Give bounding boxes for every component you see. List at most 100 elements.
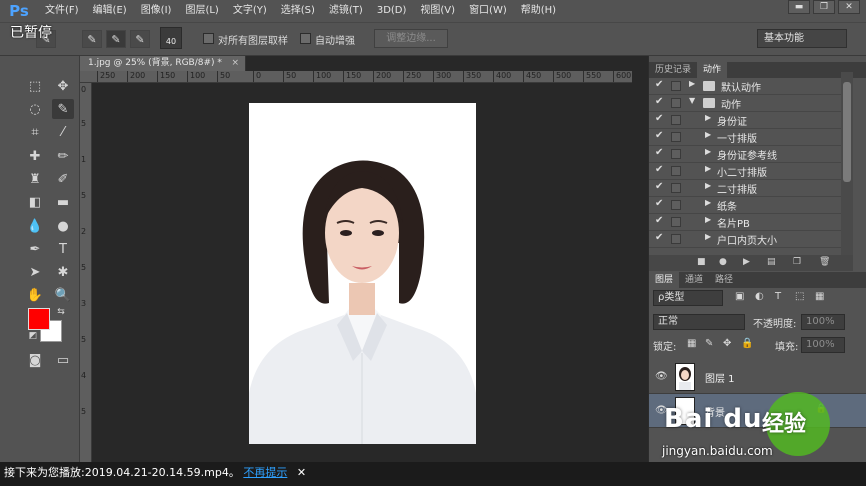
menu-view[interactable]: 视图(V) [413,0,462,22]
expand-icon[interactable]: ▶ [705,181,711,190]
auto-enhance-checkbox[interactable] [300,33,311,44]
healing-brush-tool-icon[interactable]: ✚ [24,146,46,166]
tab-layers[interactable]: 图层 [649,272,680,288]
check-icon[interactable]: ✔ [655,130,663,141]
dialog-toggle-icon[interactable] [671,149,681,159]
expand-icon[interactable]: ▶ [705,113,711,122]
tab-history[interactable]: 历史记录 [649,62,697,78]
dialog-toggle-icon[interactable] [671,98,681,108]
fill-field[interactable]: 100% [801,337,845,353]
check-icon[interactable]: ✔ [655,215,663,226]
quick-mask-icon[interactable]: ◙ [24,350,46,370]
action-row[interactable]: ✔ ▶ 身份证参考线 [649,146,841,163]
check-icon[interactable]: ✔ [655,147,663,158]
layer-row[interactable]: 👁 图层 1 [649,360,866,394]
new-selection-icon[interactable]: ✎ [82,30,102,48]
menu-filter[interactable]: 滤镜(T) [322,0,370,22]
pen-tool-icon[interactable]: ✒ [24,239,46,259]
minimize-button[interactable]: ▬ [788,0,810,14]
menu-window[interactable]: 窗口(W) [462,0,514,22]
dont-show-again-link[interactable]: 不再提示 [243,466,287,479]
dialog-toggle-icon[interactable] [671,200,681,210]
history-brush-tool-icon[interactable]: ✐ [52,169,74,189]
expand-icon[interactable]: ▶ [705,130,711,139]
opacity-field[interactable]: 100% [801,314,845,330]
menu-type[interactable]: 文字(Y) [226,0,274,22]
action-row[interactable]: ✔ ▶ 小二寸排版 [649,163,841,180]
blur-tool-icon[interactable]: 💧 [24,216,46,236]
expand-icon[interactable]: ▶ [705,147,711,156]
check-icon[interactable]: ✔ [655,232,663,243]
close-button[interactable]: ✕ [838,0,860,14]
menu-help[interactable]: 帮助(H) [514,0,563,22]
lock-all-icon[interactable]: 🔒 [741,338,753,349]
menu-layer[interactable]: 图层(L) [178,0,225,22]
action-row[interactable]: ✔ ▶ 名片PB [649,214,841,231]
layer-name[interactable]: 图层 1 [705,370,735,385]
crop-tool-icon[interactable]: ⌗ [24,122,46,142]
eyedropper-tool-icon[interactable]: ⁄ [52,122,74,142]
delete-icon[interactable]: 🗑 [819,257,830,267]
quick-selection-tool-icon[interactable]: ✎ [52,99,74,119]
expand-icon[interactable]: ▶ [705,215,711,224]
check-icon[interactable]: ✔ [655,198,663,209]
collapse-icon[interactable]: ▼ [689,96,695,105]
dodge-tool-icon[interactable]: ● [52,216,74,236]
dialog-toggle-icon[interactable] [671,166,681,176]
close-icon[interactable]: ✕ [297,466,306,479]
new-set-icon[interactable]: ▤ [767,257,776,267]
workspace-select[interactable]: 基本功能 [757,29,847,48]
expand-icon[interactable]: ▶ [705,164,711,173]
eraser-tool-icon[interactable]: ◧ [24,192,46,212]
lasso-tool-icon[interactable]: ◌ [24,99,46,119]
filter-smart-object-icon[interactable]: ▦ [815,291,824,302]
check-icon[interactable]: ✔ [655,79,663,90]
lock-pixels-icon[interactable]: ▦ [687,338,696,349]
sample-all-layers-checkbox[interactable] [203,33,214,44]
move-tool-icon[interactable]: ✥ [52,76,74,96]
dialog-toggle-icon[interactable] [671,81,681,91]
filter-image-icon[interactable]: ▣ [735,291,744,302]
blend-mode-select[interactable]: 正常 [653,314,745,330]
expand-icon[interactable]: ▶ [705,198,711,207]
menu-edit[interactable]: 编辑(E) [86,0,134,22]
tab-actions[interactable]: 动作 [697,62,728,78]
lock-position-icon[interactable]: ✥ [723,338,731,349]
filter-adjustment-icon[interactable]: ◐ [755,291,764,302]
document-canvas[interactable] [92,83,632,466]
action-row[interactable]: ✔ ▶ 一寸排版 [649,129,841,146]
check-icon[interactable]: ✔ [655,164,663,175]
filter-type-icon[interactable]: T [775,291,781,302]
foreground-color-swatch[interactable] [28,308,50,330]
menu-file[interactable]: 文件(F) [38,0,86,22]
shape-tool-icon[interactable]: ✱ [52,262,74,282]
action-row[interactable]: ✔ ▶ 身份证 [649,112,841,129]
tab-paths[interactable]: 路径 [709,272,739,288]
dialog-toggle-icon[interactable] [671,217,681,227]
action-row[interactable]: ✔ ▶ 二寸排版 [649,180,841,197]
dialog-toggle-icon[interactable] [671,234,681,244]
layer-kind-filter[interactable]: ρ类型 [653,290,723,306]
dialog-toggle-icon[interactable] [671,132,681,142]
type-tool-icon[interactable]: T [52,239,74,259]
action-row[interactable]: ✔ ▶ 默认动作 [649,78,841,95]
subtract-from-selection-icon[interactable]: ✎ [130,30,150,48]
check-icon[interactable]: ✔ [655,96,663,107]
close-document-icon[interactable]: × [231,56,239,71]
record-icon[interactable]: ● [719,257,727,267]
play-icon[interactable]: ▶ [743,257,750,267]
menu-3d[interactable]: 3D(D) [370,0,414,22]
brush-size-picker[interactable]: 40 [160,27,182,49]
expand-icon[interactable]: ▶ [689,79,695,88]
clone-stamp-tool-icon[interactable]: ♜ [24,169,46,189]
menu-select[interactable]: 选择(S) [274,0,322,22]
action-row[interactable]: ✔ ▶ 纸条 [649,197,841,214]
filter-shape-icon[interactable]: ⬚ [795,291,804,302]
action-row[interactable]: ✔ ▼ 动作 [649,95,841,112]
scrollbar-thumb[interactable] [843,82,851,182]
brush-tool-icon[interactable]: ✏ [52,146,74,166]
stop-icon[interactable]: ■ [697,257,706,267]
lock-image-icon[interactable]: ✎ [705,338,713,349]
visibility-eye-icon[interactable]: 👁 [655,371,668,382]
expand-icon[interactable]: ▶ [705,232,711,241]
